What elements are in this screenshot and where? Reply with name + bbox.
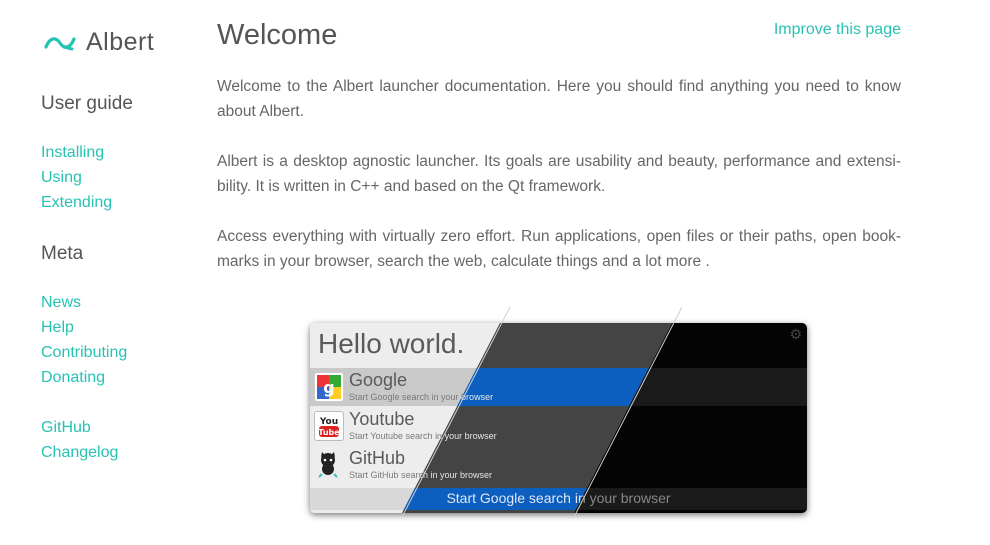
improve-page-link[interactable]: Improve this page [774,21,901,39]
theme-separator-lines [401,306,683,518]
nav-item-donating[interactable]: Donating [41,365,127,390]
description-paragraph: Albert is a desktop agnostic launcher. I… [217,153,901,195]
albert-logo-icon [44,36,76,50]
nav-user-guide: Installing Using Extending [41,140,112,215]
nav-item-news[interactable]: News [41,290,127,315]
nav-meta: News Help Contributing Donating [41,290,127,390]
intro-paragraph: Welcome to the Albert launcher documenta… [217,78,901,120]
nav-item-github[interactable]: GitHub [41,415,118,440]
nav-extra: GitHub Changelog [41,415,118,465]
sidebar: Albert User guide Installing Using Exten… [0,0,200,545]
page-title: Welcome [217,19,338,51]
nav-item-changelog[interactable]: Changelog [41,440,118,465]
nav-item-extending[interactable]: Extending [41,190,112,215]
nav-item-contributing[interactable]: Contributing [41,340,127,365]
nav-item-installing[interactable]: Installing [41,140,112,165]
brand[interactable]: Albert [44,28,154,57]
section-title-meta: Meta [41,243,84,264]
brand-name: Albert [86,28,155,56]
launcher-screenshot: Hello world. ⚙ g Google Start Google sea… [310,306,807,518]
features-paragraph: Access everything with virtually zero ef… [217,228,901,270]
nav-item-help[interactable]: Help [41,315,127,340]
section-title-user-guide: User guide [41,93,133,114]
nav-item-using[interactable]: Using [41,165,112,190]
